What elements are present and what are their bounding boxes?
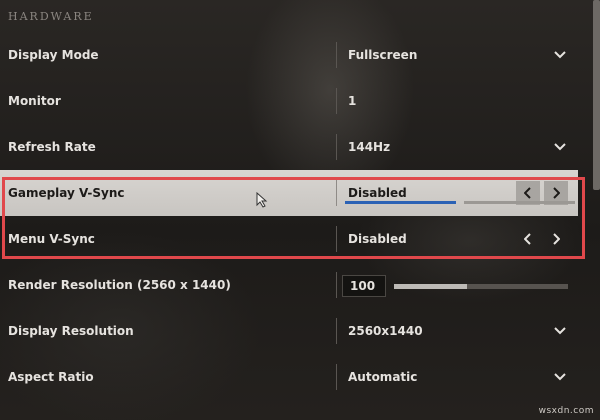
setting-label: Aspect Ratio bbox=[8, 370, 94, 384]
divider bbox=[336, 226, 337, 252]
chevron-right-icon[interactable] bbox=[544, 227, 568, 251]
setting-row-monitor[interactable]: Monitor 1 bbox=[0, 78, 578, 124]
mouse-cursor-icon bbox=[256, 191, 270, 208]
setting-row-display-resolution[interactable]: Display Resolution 2560x1440 bbox=[0, 308, 578, 354]
setting-row-aspect-ratio[interactable]: Aspect Ratio Automatic bbox=[0, 354, 578, 400]
scrollbar[interactable] bbox=[593, 0, 600, 190]
setting-value: 144Hz bbox=[348, 140, 391, 154]
option-arrows bbox=[516, 216, 568, 262]
setting-row-menu-vsync[interactable]: Menu V-Sync Disabled bbox=[0, 216, 578, 262]
setting-value: Fullscreen bbox=[348, 48, 418, 62]
setting-label: Monitor bbox=[8, 94, 61, 108]
setting-value: 2560x1440 bbox=[348, 324, 423, 338]
setting-value: Disabled bbox=[348, 186, 407, 200]
setting-label: Render Resolution (2560 x 1440) bbox=[8, 278, 231, 292]
setting-label: Display Resolution bbox=[8, 324, 134, 338]
chevron-down-icon[interactable] bbox=[554, 354, 566, 400]
render-resolution-input[interactable]: 100 bbox=[342, 275, 386, 297]
setting-row-render-resolution[interactable]: Render Resolution (2560 x 1440) 100 bbox=[0, 262, 578, 308]
option-arrows bbox=[516, 170, 568, 216]
setting-value: Automatic bbox=[348, 370, 418, 384]
setting-value: 1 bbox=[348, 94, 357, 108]
slider-fill bbox=[394, 284, 468, 289]
chevron-left-icon[interactable] bbox=[516, 227, 540, 251]
setting-label: Refresh Rate bbox=[8, 140, 96, 154]
setting-row-display-mode[interactable]: Display Mode Fullscreen bbox=[0, 32, 578, 78]
setting-row-gameplay-vsync[interactable]: Gameplay V-Sync Disabled bbox=[0, 170, 578, 216]
option-indicator bbox=[345, 201, 575, 204]
divider bbox=[336, 318, 337, 344]
divider bbox=[336, 88, 337, 114]
setting-label: Display Mode bbox=[8, 48, 99, 62]
chevron-down-icon[interactable] bbox=[554, 124, 566, 170]
divider bbox=[336, 272, 337, 298]
setting-label: Menu V-Sync bbox=[8, 232, 95, 246]
option-indicator-segment bbox=[464, 201, 575, 204]
render-resolution-slider[interactable] bbox=[394, 284, 568, 289]
divider bbox=[336, 180, 337, 206]
chevron-down-icon[interactable] bbox=[554, 32, 566, 78]
divider bbox=[336, 42, 337, 68]
option-indicator-segment-active bbox=[345, 201, 456, 204]
setting-value: Disabled bbox=[348, 232, 407, 246]
watermark: wsxdn.com bbox=[538, 406, 594, 416]
section-title: HARDWARE bbox=[8, 10, 94, 23]
setting-label: Gameplay V-Sync bbox=[8, 186, 125, 200]
chevron-down-icon[interactable] bbox=[554, 308, 566, 354]
divider bbox=[336, 364, 337, 390]
divider bbox=[336, 134, 337, 160]
setting-row-refresh-rate[interactable]: Refresh Rate 144Hz bbox=[0, 124, 578, 170]
